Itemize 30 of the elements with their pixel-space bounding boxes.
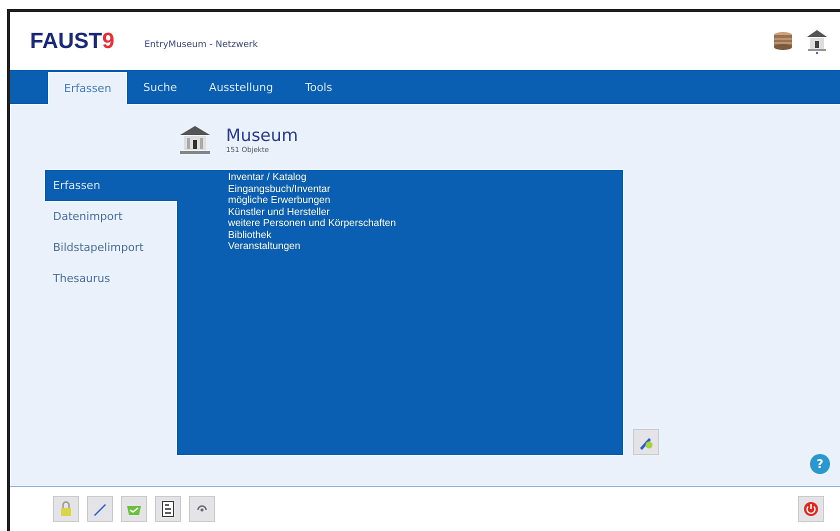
- menu-item[interactable]: Inventar / Katalog: [228, 172, 623, 184]
- menu-item[interactable]: Bibliothek: [228, 230, 623, 241]
- pen-button[interactable]: [87, 496, 113, 522]
- list-button[interactable]: [155, 496, 181, 522]
- menu-item[interactable]: mögliche Erwerbungen: [228, 195, 623, 206]
- menu-item[interactable]: Eingangsbuch/Inventar: [228, 184, 623, 195]
- menu-item[interactable]: Künstler und Hersteller: [228, 206, 623, 218]
- sidebar-item[interactable]: Bildstapelimport: [45, 232, 177, 263]
- nav-tab[interactable]: Ausstellung: [193, 70, 290, 104]
- subtitle: EntryMuseum - Netzwerk: [144, 40, 258, 50]
- database-title: Museum: [226, 126, 298, 146]
- menu-item[interactable]: weitere Personen und Körperschaften: [228, 218, 623, 230]
- menu-item[interactable]: Veranstaltungen: [228, 241, 623, 252]
- sidebar-item[interactable]: Datenimport: [45, 201, 177, 232]
- pen-icon: [92, 501, 108, 517]
- sidebar-item[interactable]: Erfassen: [45, 170, 177, 201]
- gauge-icon: [196, 504, 208, 514]
- museum-icon[interactable]: [806, 28, 828, 54]
- power-button[interactable]: [798, 496, 824, 522]
- nav-tab[interactable]: Suche: [127, 70, 194, 104]
- list-icon: [162, 501, 174, 517]
- nav-tab[interactable]: Tools: [289, 70, 348, 104]
- app-logo: FAUST9: [30, 28, 114, 54]
- lock-icon: [59, 501, 73, 517]
- edit-button[interactable]: [633, 429, 659, 455]
- sidebar-item[interactable]: Thesaurus: [45, 263, 177, 294]
- museum-icon: [178, 123, 212, 157]
- help-button[interactable]: ?: [810, 454, 830, 474]
- power-icon: [803, 501, 819, 517]
- nav-tab[interactable]: Erfassen: [48, 72, 128, 104]
